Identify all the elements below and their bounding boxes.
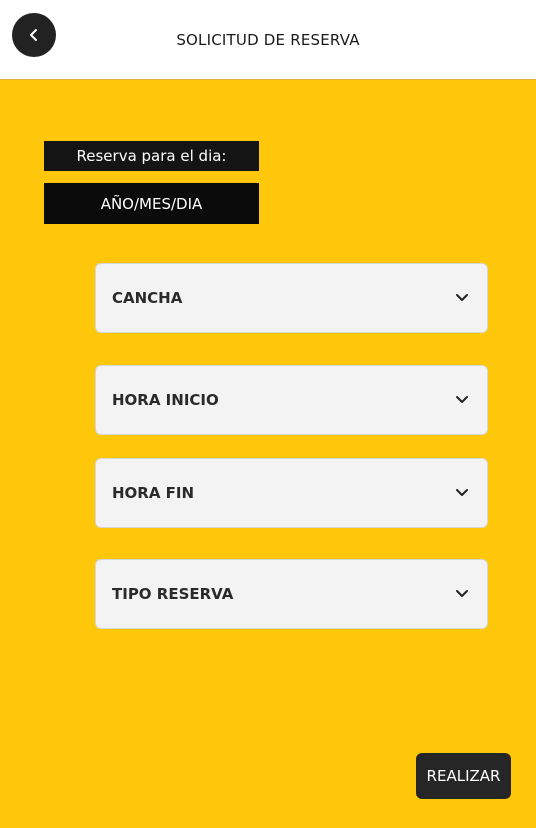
cancha-select[interactable]: CANCHA — [95, 263, 488, 333]
cancha-select-label: CANCHA — [112, 289, 183, 307]
app-header: SOLICITUD DE RESERVA — [0, 0, 536, 80]
tipo-reserva-select[interactable]: TIPO RESERVA — [95, 559, 488, 629]
chevron-down-icon — [456, 294, 468, 301]
chevron-down-icon — [456, 590, 468, 597]
hora-fin-select-label: HORA FIN — [112, 484, 195, 502]
tipo-reserva-select-label: TIPO RESERVA — [112, 585, 234, 603]
page-title: SOLICITUD DE RESERVA — [176, 31, 360, 49]
realizar-button[interactable]: REALIZAR — [416, 753, 511, 799]
hora-inicio-select[interactable]: HORA INICIO — [95, 365, 488, 435]
chevron-down-icon — [456, 396, 468, 403]
hora-fin-select[interactable]: HORA FIN — [95, 458, 488, 528]
hora-inicio-select-label: HORA INICIO — [112, 391, 219, 409]
date-field[interactable]: AÑO/MES/DIA — [44, 183, 259, 224]
chevron-down-icon — [456, 489, 468, 496]
date-label: Reserva para el dia: — [44, 141, 259, 171]
